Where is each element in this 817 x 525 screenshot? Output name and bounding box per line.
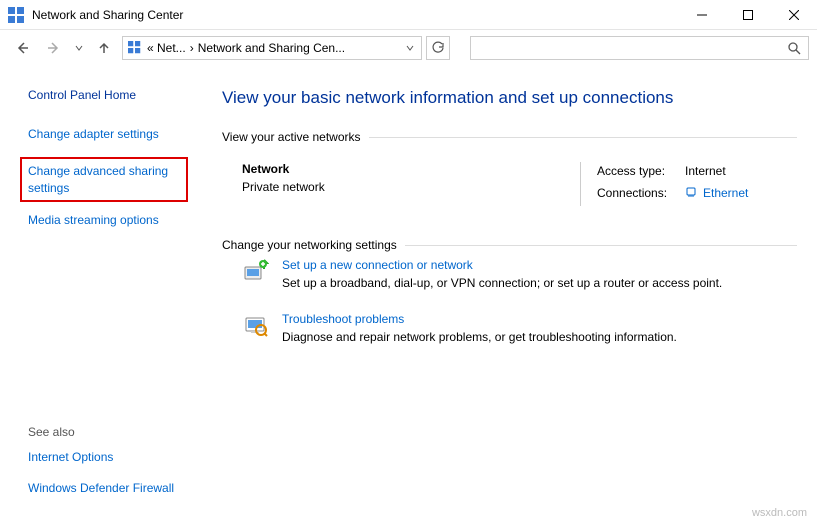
address-dropdown[interactable] xyxy=(403,43,417,53)
control-panel-home-link[interactable]: Control Panel Home xyxy=(28,88,188,102)
setup-connection-desc: Set up a broadband, dial-up, or VPN conn… xyxy=(282,276,722,290)
maximize-button[interactable] xyxy=(725,0,771,30)
search-box[interactable] xyxy=(470,36,809,60)
refresh-button[interactable] xyxy=(426,36,450,60)
nav-row: « Net... › Network and Sharing Cen... xyxy=(0,30,817,66)
recent-dropdown[interactable] xyxy=(72,43,86,53)
breadcrumb-sep: › xyxy=(190,41,194,55)
page-title: View your basic network information and … xyxy=(222,88,797,108)
setup-connection-icon xyxy=(242,258,270,286)
minimize-button[interactable] xyxy=(679,0,725,30)
window-title: Network and Sharing Center xyxy=(32,8,679,22)
sidebar: Control Panel Home Change adapter settin… xyxy=(0,66,200,525)
active-networks-legend: View your active networks xyxy=(222,130,369,144)
main-panel: View your basic network information and … xyxy=(200,66,817,525)
change-advanced-sharing-link[interactable]: Change advanced sharing settings xyxy=(20,157,188,203)
access-type-value: Internet xyxy=(685,164,726,178)
setup-connection-link[interactable]: Set up a new connection or network xyxy=(282,258,722,272)
troubleshoot-desc: Diagnose and repair network problems, or… xyxy=(282,330,677,344)
network-name: Network xyxy=(242,162,564,176)
watermark: wsxdn.com xyxy=(752,507,807,519)
up-button[interactable] xyxy=(90,34,118,62)
content-area: Control Panel Home Change adapter settin… xyxy=(0,66,817,525)
search-input[interactable] xyxy=(477,41,786,55)
see-also-label: See also xyxy=(28,425,188,439)
access-type-label: Access type: xyxy=(597,164,685,178)
change-adapter-settings-link[interactable]: Change adapter settings xyxy=(28,126,188,143)
troubleshoot-icon xyxy=(242,312,270,340)
breadcrumb-part[interactable]: Network and Sharing Cen... xyxy=(198,41,345,55)
change-settings-legend: Change your networking settings xyxy=(222,238,405,252)
troubleshoot-link[interactable]: Troubleshoot problems xyxy=(282,312,677,326)
back-button[interactable] xyxy=(8,34,36,62)
address-bar[interactable]: « Net... › Network and Sharing Cen... xyxy=(122,36,422,60)
internet-options-link[interactable]: Internet Options xyxy=(28,449,188,466)
app-icon xyxy=(8,7,24,23)
connection-link[interactable]: Ethernet xyxy=(703,186,748,200)
breadcrumb-part[interactable]: « Net... xyxy=(147,41,186,55)
networking-settings-section: Change your networking settings Set up a… xyxy=(222,238,797,360)
media-streaming-link[interactable]: Media streaming options xyxy=(28,212,188,229)
ethernet-icon xyxy=(685,186,699,200)
firewall-link[interactable]: Windows Defender Firewall xyxy=(28,480,188,497)
location-icon xyxy=(127,40,143,56)
titlebar: Network and Sharing Center xyxy=(0,0,817,30)
close-button[interactable] xyxy=(771,0,817,30)
connections-label: Connections: xyxy=(597,186,685,200)
network-type: Private network xyxy=(242,180,564,194)
active-networks-section: View your active networks Network Privat… xyxy=(222,130,797,216)
search-icon[interactable] xyxy=(786,41,802,55)
divider xyxy=(580,162,581,206)
forward-button[interactable] xyxy=(40,34,68,62)
